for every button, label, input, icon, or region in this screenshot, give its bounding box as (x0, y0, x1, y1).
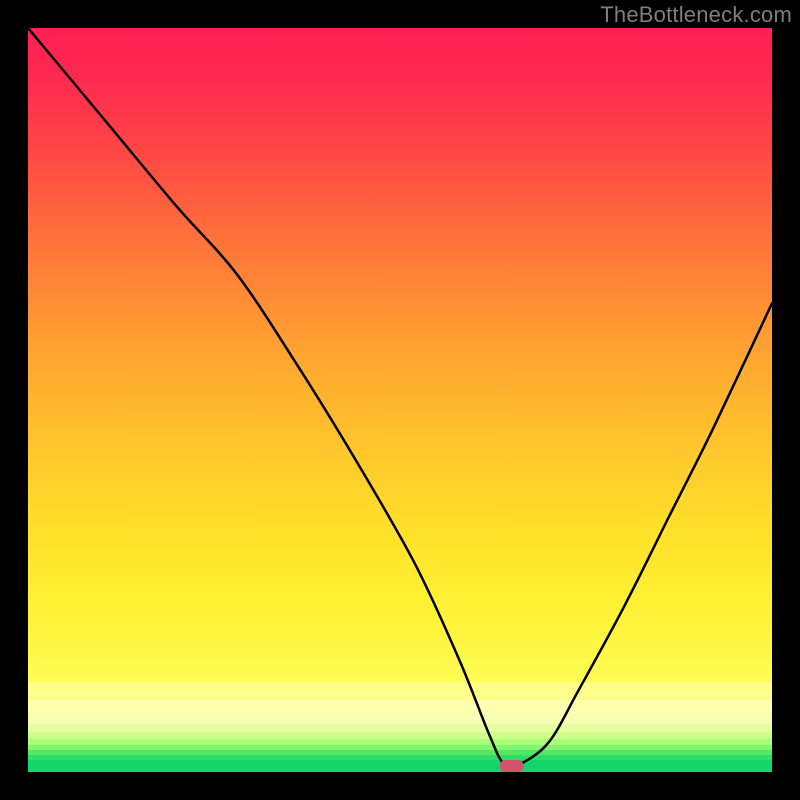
chart-plot (28, 28, 772, 772)
chart-frame: TheBottleneck.com (0, 0, 800, 800)
watermark-text: TheBottleneck.com (600, 2, 792, 28)
optimal-point-marker (500, 760, 524, 772)
gradient-bands (28, 682, 772, 772)
gradient-background-main (28, 28, 772, 682)
